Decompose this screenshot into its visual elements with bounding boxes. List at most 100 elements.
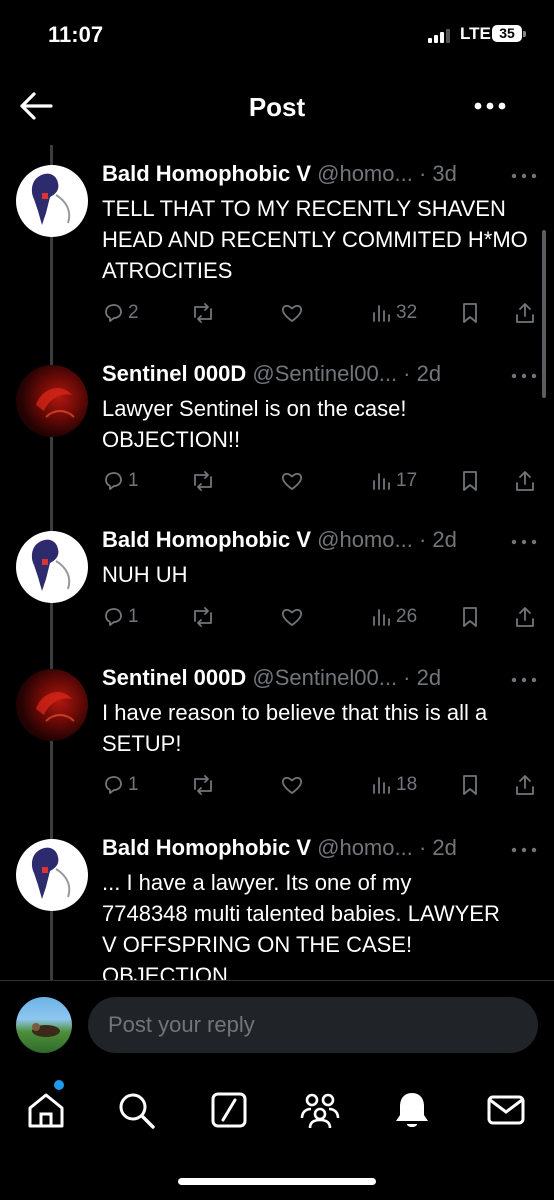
like-button[interactable]	[280, 467, 304, 495]
view-count: 32	[396, 302, 418, 323]
like-button[interactable]	[280, 771, 304, 799]
repost-button[interactable]	[190, 771, 216, 799]
home-icon[interactable]	[24, 1088, 68, 1132]
views-icon	[373, 609, 390, 626]
post[interactable]: Sentinel 000D @Sentinel00... · 2d I have…	[0, 665, 554, 835]
post-more-icon[interactable]	[510, 535, 538, 549]
views-button[interactable]: 32	[370, 299, 417, 327]
heart-icon	[281, 304, 303, 322]
battery-cap	[523, 31, 526, 37]
author-name[interactable]: Bald Homophobic V	[102, 527, 311, 552]
bookmark-button[interactable]	[460, 467, 480, 495]
post[interactable]: Bald Homophobic V @homo... · 3d TELL THA…	[0, 145, 554, 355]
views-button[interactable]: 17	[370, 467, 417, 495]
views-button[interactable]: 26	[370, 603, 417, 631]
avatar[interactable]	[16, 365, 88, 437]
reply-icon	[105, 608, 122, 626]
post-text: NUH UH	[102, 562, 188, 587]
post-actions: 1 26	[102, 603, 542, 631]
post[interactable]: Bald Homophobic V @homo... · 2d NUH UH 1…	[0, 525, 554, 665]
home-indicator[interactable]	[178, 1178, 376, 1185]
thread: Bald Homophobic V @homo... · 3d TELL THA…	[0, 145, 554, 980]
reply-icon	[105, 776, 122, 794]
bookmark-icon	[463, 607, 477, 627]
avatar[interactable]	[16, 165, 88, 237]
reply-icon	[105, 472, 122, 490]
notifications-icon[interactable]	[390, 1088, 434, 1132]
like-button[interactable]	[280, 603, 304, 631]
repost-button[interactable]	[190, 603, 216, 631]
signal-icon	[428, 27, 450, 43]
communities-icon[interactable]	[298, 1088, 342, 1132]
repost-button[interactable]	[190, 467, 216, 495]
reply-input[interactable]	[88, 997, 538, 1053]
more-options-icon[interactable]	[470, 90, 510, 122]
views-icon	[373, 777, 390, 794]
avatar[interactable]	[16, 669, 88, 741]
repost-icon	[194, 471, 212, 491]
messages-icon[interactable]	[484, 1088, 528, 1132]
search-icon[interactable]	[114, 1088, 158, 1132]
reply-button[interactable]: 1	[102, 467, 139, 495]
reply-button[interactable]: 1	[102, 771, 139, 799]
repost-button[interactable]	[190, 299, 216, 327]
grok-icon[interactable]	[207, 1088, 251, 1132]
post-more-icon[interactable]	[510, 843, 538, 857]
share-button[interactable]	[514, 603, 536, 631]
bookmark-button[interactable]	[460, 299, 480, 327]
repost-icon	[194, 775, 212, 795]
bookmark-icon	[463, 303, 477, 323]
bookmark-button[interactable]	[460, 603, 480, 631]
author-handle-time: @homo... · 3d	[317, 161, 457, 186]
author-handle-time: @Sentinel00... · 2d	[252, 361, 442, 386]
share-icon	[516, 775, 534, 795]
post-text: ... I have a lawyer. Its one of my 77483…	[102, 870, 500, 980]
views-icon	[373, 305, 390, 322]
share-button[interactable]	[514, 467, 536, 495]
author-name[interactable]: Sentinel 000D	[102, 665, 246, 690]
avatar[interactable]	[16, 839, 88, 911]
like-button[interactable]	[280, 299, 304, 327]
author-name[interactable]: Bald Homophobic V	[102, 835, 311, 860]
post-header: Bald Homophobic V @homo... · 2d	[102, 527, 494, 553]
author-handle-time: @Sentinel00... · 2d	[252, 665, 442, 690]
bookmark-button[interactable]	[460, 771, 480, 799]
views-button[interactable]: 18	[370, 771, 417, 799]
my-avatar[interactable]	[16, 997, 72, 1053]
bookmark-icon	[463, 775, 477, 795]
post-more-icon[interactable]	[510, 369, 538, 383]
author-name[interactable]: Sentinel 000D	[102, 361, 246, 386]
post-text: Lawyer Sentinel is on the case! OBJECTIO…	[102, 396, 407, 452]
post-header: Sentinel 000D @Sentinel00... · 2d	[102, 361, 494, 387]
reply-count: 1	[128, 470, 139, 491]
scrollbar[interactable]	[542, 230, 546, 398]
home-notification-dot	[54, 1080, 64, 1090]
post[interactable]: Bald Homophobic V @homo... · 2d ... I ha…	[0, 835, 554, 980]
view-count: 26	[396, 606, 418, 627]
reply-button[interactable]: 2	[102, 299, 139, 327]
post-text: TELL THAT TO MY RECENTLY SHAVEN HEAD AND…	[102, 196, 528, 283]
author-handle-time: @homo... · 2d	[317, 835, 457, 860]
post-more-icon[interactable]	[510, 169, 538, 183]
reply-bar	[0, 980, 554, 1069]
post-header: Bald Homophobic V @homo... · 3d	[102, 161, 494, 187]
network-label: LTE	[460, 24, 491, 43]
repost-icon	[194, 607, 212, 627]
post-actions: 2 32	[102, 299, 542, 327]
heart-icon	[281, 472, 303, 490]
share-button[interactable]	[514, 771, 536, 799]
share-icon	[516, 303, 534, 323]
avatar[interactable]	[16, 531, 88, 603]
post-header: Sentinel 000D @Sentinel00... · 2d	[102, 665, 494, 691]
reply-button[interactable]: 1	[102, 603, 139, 631]
view-count: 18	[396, 774, 418, 795]
post-actions: 1 18	[102, 771, 542, 799]
author-name[interactable]: Bald Homophobic V	[102, 161, 311, 186]
battery-icon: 35	[492, 25, 522, 42]
author-handle-time: @homo... · 2d	[317, 527, 457, 552]
reply-count: 1	[128, 606, 139, 627]
post-more-icon[interactable]	[510, 673, 538, 687]
status-time: 11:07	[48, 22, 104, 47]
share-button[interactable]	[514, 299, 536, 327]
post[interactable]: Sentinel 000D @Sentinel00... · 2d Lawyer…	[0, 355, 554, 525]
